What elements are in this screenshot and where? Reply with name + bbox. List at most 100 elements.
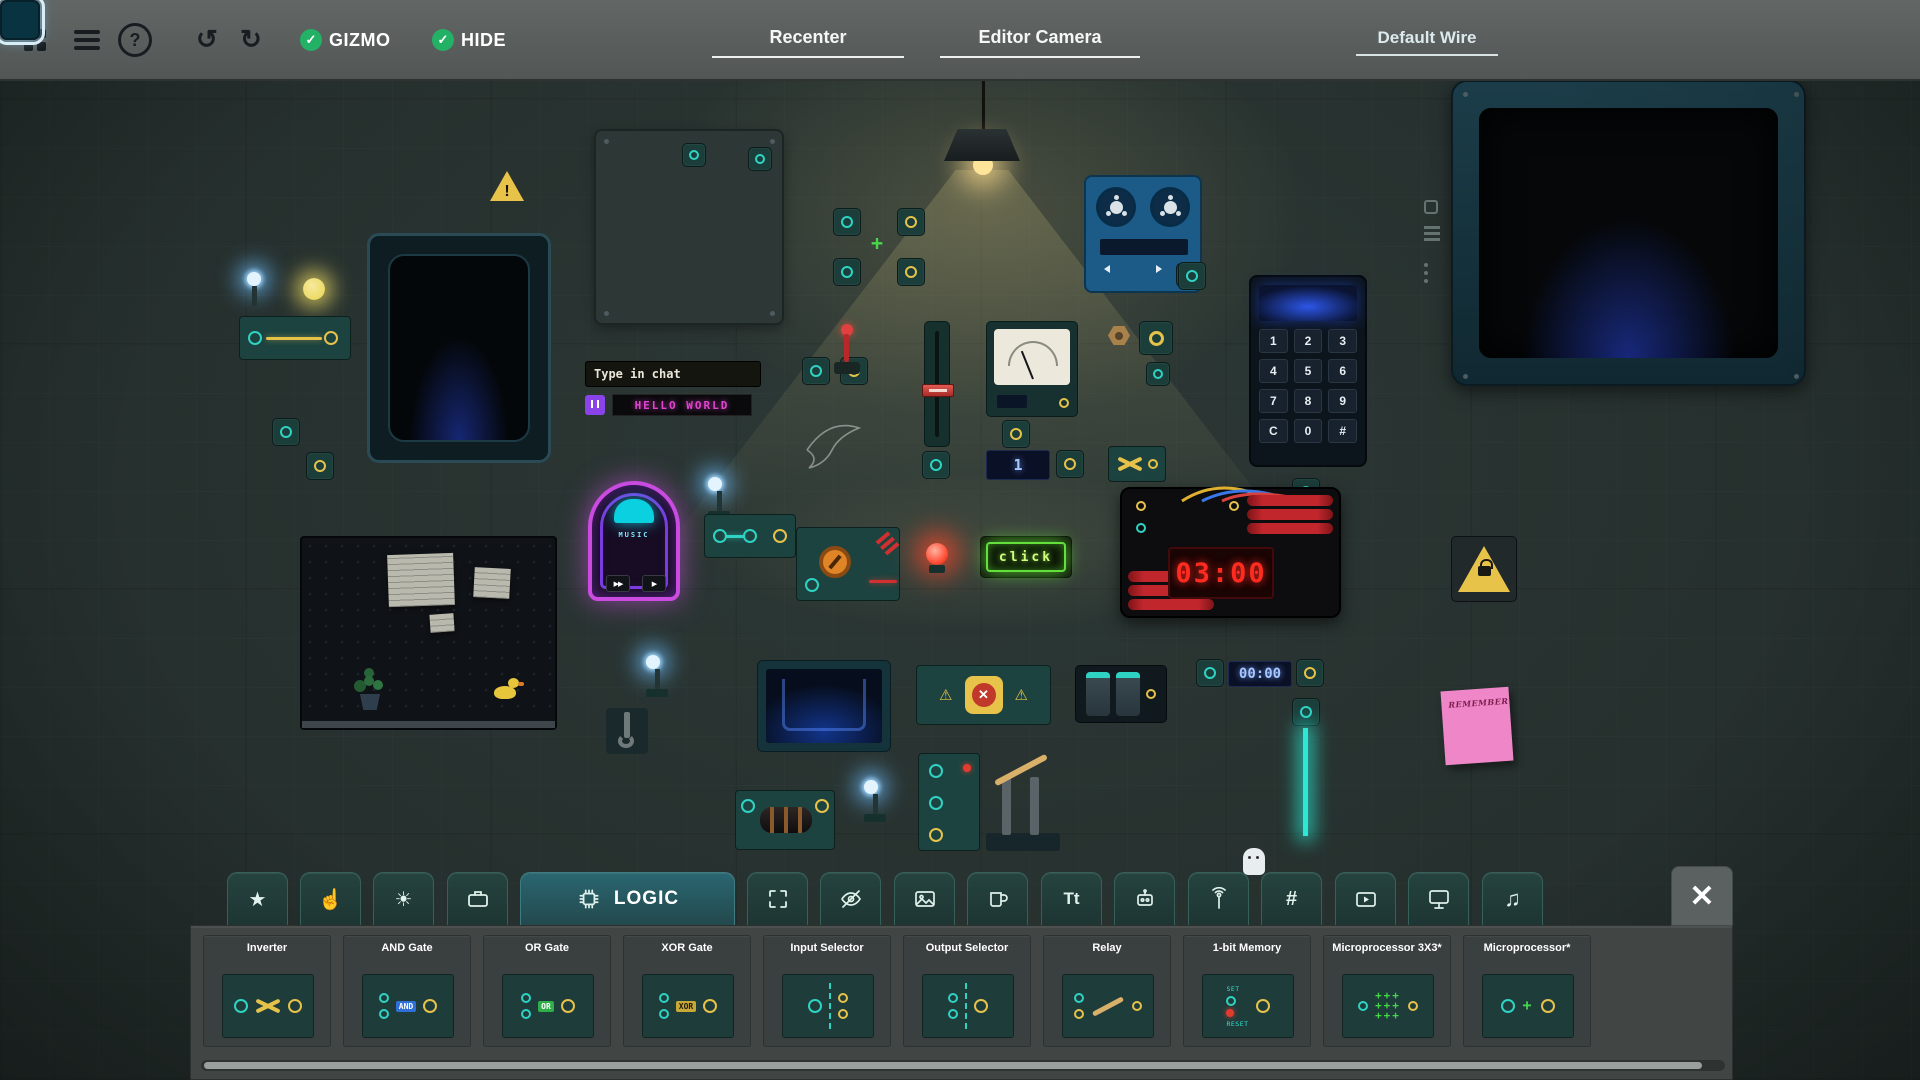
port-node[interactable] [922,451,950,479]
tablet-panel[interactable] [367,233,551,463]
red-lever[interactable] [832,324,862,384]
redo-button[interactable]: ↻ [240,26,262,52]
port-board[interactable] [918,753,980,851]
crt-monitor[interactable] [1451,80,1806,386]
tab-text[interactable]: Tt [1041,872,1102,925]
keypad-key[interactable]: 0 [1293,419,1323,443]
keypad-key[interactable]: # [1328,419,1357,443]
chat-sign[interactable]: Type in chat HELLO WORLD [585,361,761,416]
gauge-node[interactable] [1056,450,1084,478]
tab-tools[interactable] [447,872,508,925]
port-node[interactable] [833,208,861,236]
shelf-item-input-selector[interactable]: Input Selector [763,935,891,1047]
bomb-timer[interactable]: 03:00 [1120,486,1341,618]
shelf-item-xor-gate[interactable]: XOR Gate XOR [623,935,751,1047]
tab-audio[interactable]: ♫ [1482,872,1543,925]
logic-chip-cluster[interactable]: + [833,208,929,292]
click-button[interactable]: click [980,536,1072,578]
play-icon[interactable] [1156,265,1162,273]
slider-handle[interactable] [922,384,954,397]
recenter-button[interactable]: Recenter [712,27,904,58]
swatch-navy[interactable] [0,0,40,40]
tab-light[interactable]: ☀ [373,872,434,925]
undo-button[interactable]: ↺ [196,26,218,52]
wire-selector[interactable]: Default Wire [1356,28,1498,56]
tab-numbers[interactable]: # [1261,872,1322,925]
tab-hand[interactable]: ☝ [300,872,361,925]
keypad-key[interactable]: 7 [1259,389,1288,413]
shelf-item-and-gate[interactable]: AND Gate AND [343,935,471,1047]
skip-button[interactable]: ▶▶ [606,575,630,592]
lamp-gadget[interactable] [239,272,359,364]
help-button[interactable]: ? [118,23,152,57]
close-shelf-button[interactable]: ✕ [1671,866,1733,926]
sticky-note[interactable]: REMEMBER [1440,686,1514,766]
port-node[interactable] [833,258,861,286]
keypad-key[interactable]: 6 [1328,359,1357,383]
led-blue[interactable] [646,655,668,697]
rotary-knob[interactable] [819,546,851,578]
robot-figure[interactable] [1243,848,1265,875]
keypad-key[interactable]: 8 [1293,389,1323,413]
wall-strip[interactable] [1424,200,1446,360]
shelf-item-inverter[interactable]: Inverter [203,935,331,1047]
digital-counter[interactable]: 00:00 [1196,655,1326,695]
hide-toggle[interactable]: ✓ HIDE [432,29,506,51]
editor-camera-button[interactable]: Editor Camera [940,27,1140,58]
gauge-node[interactable] [1002,420,1030,448]
shelf-item-relay[interactable]: Relay [1043,935,1171,1047]
led-red[interactable] [926,543,948,573]
led-blue[interactable] [864,780,886,822]
gauge-node[interactable] [1296,659,1324,687]
shelf-item-microprocessor[interactable]: Microprocessor* + [1463,935,1591,1047]
motor-gadget[interactable] [735,790,835,850]
port-node[interactable] [1178,262,1206,290]
tab-frame[interactable] [747,872,808,925]
shelf-item-1-bit-memory[interactable]: 1-bit Memory SET RESET [1183,935,1311,1047]
keypad-key[interactable]: 5 [1293,359,1323,383]
rewind-icon[interactable] [1104,265,1110,273]
keypad-key[interactable]: 1 [1259,329,1288,353]
keypad-key[interactable]: C [1259,419,1288,443]
hanging-lamp[interactable] [944,81,1022,175]
error-indicator[interactable]: ⚠ ✕ ⚠ [916,665,1051,725]
gauge-node[interactable] [897,258,925,286]
tab-video[interactable] [1335,872,1396,925]
shelf-item-output-selector[interactable]: Output Selector [903,935,1031,1047]
tab-signal[interactable] [1188,872,1249,925]
battery-pack[interactable] [1075,665,1167,723]
editor-canvas[interactable]: ! + Type in chat HELLO WORLD 1 1 2 3 4 5… [0,0,1920,1080]
tab-logic[interactable]: LOGIC [520,872,735,925]
tab-props[interactable] [967,872,1028,925]
tab-favorites[interactable]: ★ [227,872,288,925]
slider-control[interactable] [922,321,954,447]
tab-robots[interactable] [1114,872,1175,925]
port-node[interactable] [272,418,300,446]
play-button[interactable]: ▶ [642,575,666,592]
keypad-key[interactable]: 2 [1293,329,1323,353]
digit-display[interactable]: 1 [986,450,1050,480]
port-node[interactable] [802,357,830,385]
dial-gadget[interactable] [796,527,900,601]
jukebox[interactable]: MUSIC ▶▶ ▶ [588,481,680,601]
display-screen[interactable] [757,660,891,752]
led-blue[interactable] [708,477,730,519]
keypad-key[interactable]: 4 [1259,359,1288,383]
port-node[interactable] [682,143,706,167]
wire-board[interactable] [704,514,796,558]
shelf-item-or-gate[interactable]: OR Gate OR [483,935,611,1047]
tab-images[interactable] [894,872,955,925]
hook-tool[interactable] [606,708,648,754]
gauge-node[interactable] [306,452,334,480]
shelf-item-microprocessor-3x3[interactable]: Microprocessor 3X3* +++ +++ +++ [1323,935,1451,1047]
pegboard[interactable] [300,536,557,730]
catapult-machine[interactable] [986,753,1060,851]
laser-emitter[interactable] [1292,698,1320,726]
keypad-key[interactable]: 9 [1328,389,1357,413]
gizmo-toggle[interactable]: ✓ GIZMO [300,29,391,51]
port-node[interactable] [1196,659,1224,687]
keypad-key[interactable]: 3 [1328,329,1357,353]
keypad[interactable]: 1 2 3 4 5 6 7 8 9 C 0 # [1249,275,1367,467]
port-node[interactable] [748,147,772,171]
port-node[interactable] [1146,362,1170,386]
